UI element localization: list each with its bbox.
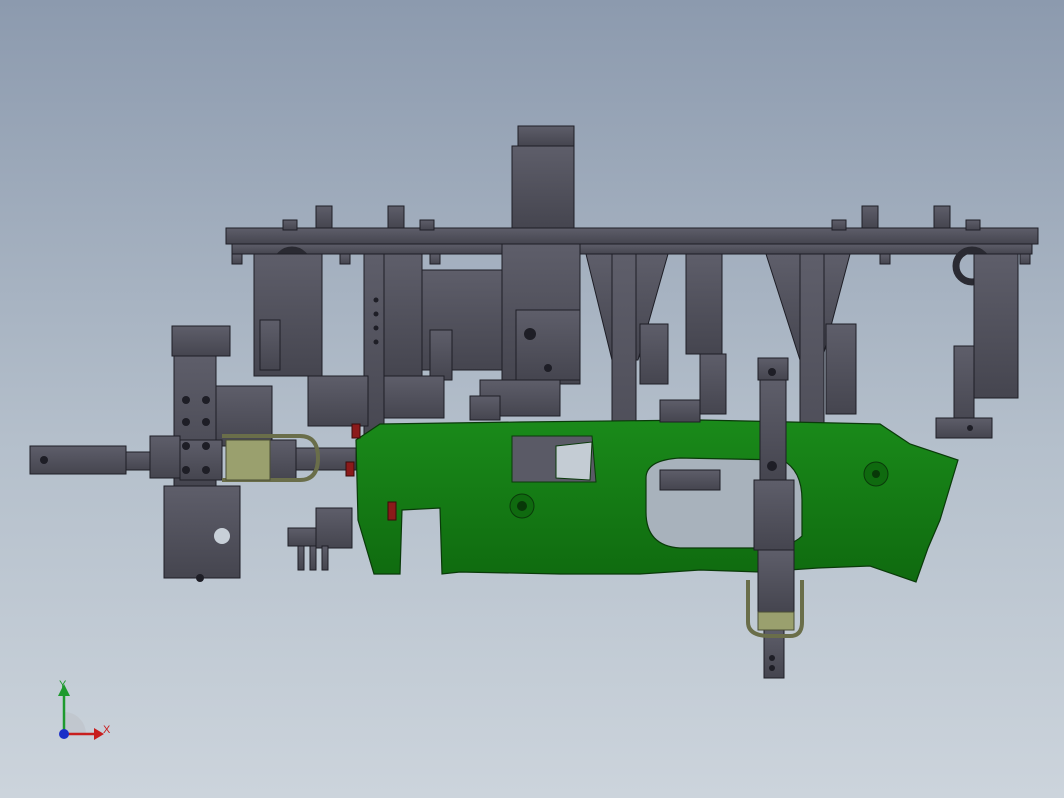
z-axis-dot-icon xyxy=(59,729,69,739)
x-axis-label: X xyxy=(103,724,111,736)
assembly-model[interactable] xyxy=(0,0,1064,798)
graphics-viewport[interactable]: Y X xyxy=(0,0,1064,798)
top-motor[interactable] xyxy=(504,125,584,239)
coordinate-triad: Y X xyxy=(44,676,124,746)
left-clamp-link-fill xyxy=(225,439,271,481)
triad-graphic xyxy=(58,684,104,740)
y-axis-label: Y xyxy=(59,679,67,691)
workpiece-part[interactable] xyxy=(355,419,959,583)
front-clamp-link-fill xyxy=(757,611,795,631)
